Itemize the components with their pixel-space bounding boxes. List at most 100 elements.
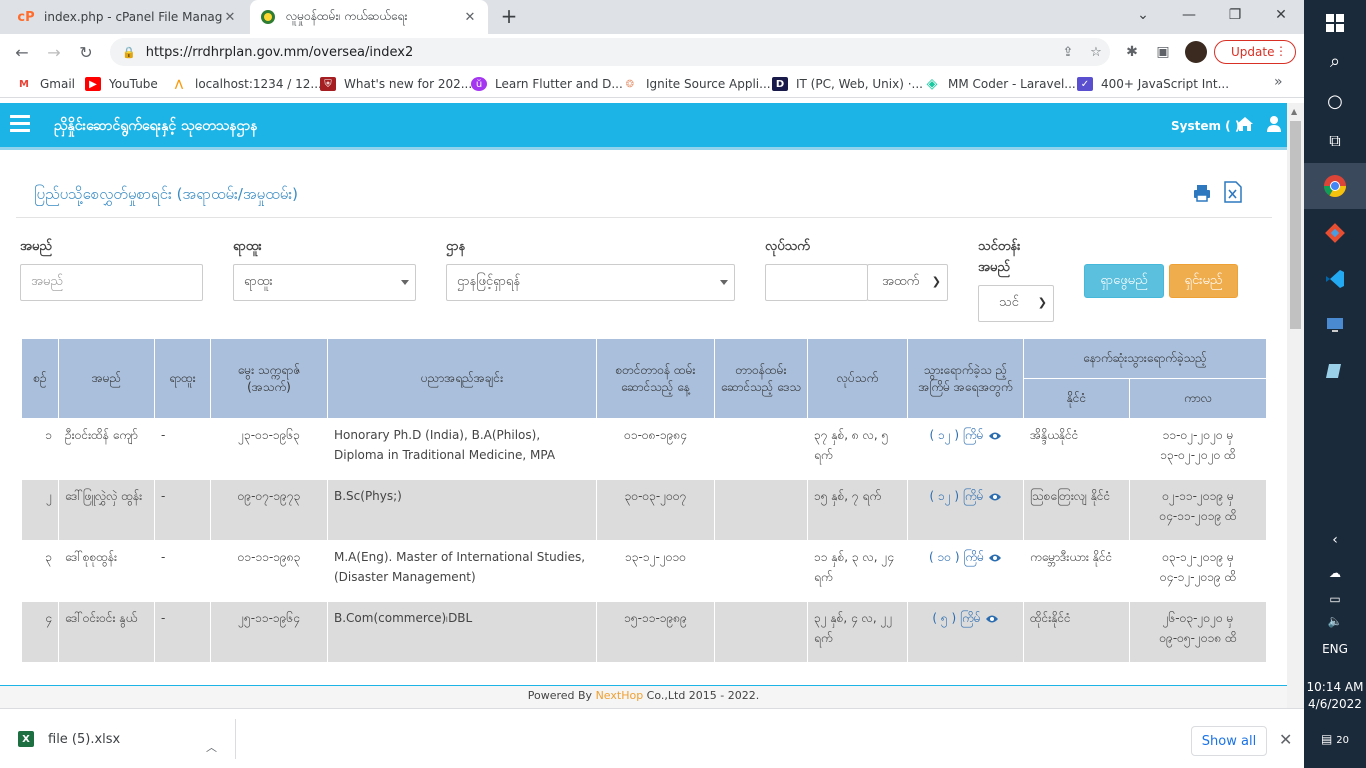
- close-download-bar-icon[interactable]: ✕: [1279, 730, 1292, 749]
- eye-icon[interactable]: [988, 553, 1002, 563]
- js-icon: ✓: [1077, 77, 1093, 91]
- search-button[interactable]: ရှာဖွေမည်: [1084, 264, 1164, 298]
- bookmarks-overflow-icon[interactable]: »: [1274, 74, 1283, 90]
- clear-button[interactable]: ရှင်းမည်: [1169, 264, 1238, 298]
- course-filter-label-2: အမည်: [978, 260, 1010, 275]
- new-tab-button[interactable]: +: [498, 6, 520, 28]
- name-search-input[interactable]: အမည်: [20, 264, 203, 301]
- page-scrollbar[interactable]: ▲: [1287, 103, 1304, 708]
- download-item[interactable]: X file (5).xlsx: [18, 731, 120, 747]
- home-icon[interactable]: [1236, 115, 1254, 133]
- cell-trips[interactable]: ( ၁၀ ) ကြိမ်: [907, 540, 1024, 602]
- reload-icon[interactable]: ↻: [74, 40, 98, 64]
- bookmark-ignite[interactable]: ❂ Ignite Source Appli...: [622, 75, 771, 93]
- cell-name: ဒေါ်ဝင်းဝင်း နွယ်: [58, 601, 155, 663]
- address-bar[interactable]: 🔒 https://rrdhrplan.gov.mm/oversea/index…: [110, 38, 1110, 66]
- volume-icon[interactable]: 🔈: [1304, 614, 1366, 628]
- chrome-app-icon[interactable]: [1304, 163, 1366, 209]
- minimize-button[interactable]: —: [1166, 0, 1212, 30]
- bookmark-localhost[interactable]: ⋀ localhost:1234 / 12...: [171, 75, 322, 93]
- bookmark-whats-new[interactable]: ⛨ What's new for 202...: [320, 75, 472, 93]
- cell-trips[interactable]: ( ၅ ) ကြိမ်: [907, 601, 1024, 663]
- bookmark-youtube[interactable]: ▶ YouTube: [85, 75, 158, 93]
- scrollbar-thumb[interactable]: [1290, 121, 1301, 329]
- service-years-input[interactable]: [765, 264, 868, 301]
- close-tab-icon[interactable]: ✕: [222, 10, 238, 25]
- close-tab-icon[interactable]: ✕: [462, 10, 478, 25]
- bookmark-gmail[interactable]: M Gmail: [16, 75, 75, 93]
- download-divider: [235, 719, 236, 759]
- bookmark-flutter[interactable]: ŭ Learn Flutter and D...: [471, 75, 623, 93]
- cell-service: ၃၇ နှစ်, ၈ လ, ၅ ရက်: [807, 418, 908, 480]
- trips-link[interactable]: ( ၅ ) ကြိမ်: [932, 611, 980, 625]
- close-window-button[interactable]: ✕: [1258, 0, 1304, 30]
- user-icon[interactable]: [1266, 115, 1282, 133]
- restore-button[interactable]: ❐: [1212, 0, 1258, 30]
- trips-link[interactable]: ( ၁၂ ) ကြိမ်: [929, 489, 983, 503]
- course-filter-label: သင်တန်း: [978, 239, 1021, 254]
- trips-link[interactable]: ( ၁၂ ) ကြိမ်: [929, 428, 983, 442]
- cell-trips[interactable]: ( ၁၂ ) ကြိမ်: [907, 479, 1024, 541]
- bookmark-mmcoder[interactable]: ◈ MM Coder - Laravel...: [924, 75, 1076, 93]
- course-select[interactable]: သင် ❯: [978, 285, 1054, 322]
- bookmark-it[interactable]: D IT (PC, Web, Unix) ·...: [772, 75, 923, 93]
- rank-select-value: ရာထူး: [244, 274, 273, 289]
- vscode-app-icon[interactable]: [1304, 256, 1366, 302]
- trips-link[interactable]: ( ၁၀ ) ကြိမ်: [929, 550, 984, 564]
- clock-time[interactable]: 10:14 AM: [1304, 680, 1366, 694]
- cell-start-date: ၁၃-၁၂-၂၀၁၀: [596, 540, 715, 602]
- cell-country: ဩစတြေးလျ နိုင်ငံ: [1023, 479, 1130, 541]
- app-icon[interactable]: [1304, 348, 1366, 394]
- more-menu-icon[interactable]: ⋮: [1275, 44, 1287, 58]
- system-label[interactable]: System ( ): [1171, 119, 1240, 133]
- url-text[interactable]: https://rrdhrplan.gov.mm/oversea/index2: [146, 45, 1054, 60]
- update-button[interactable]: Update ⋮: [1214, 40, 1296, 64]
- bookmark-label: YouTube: [109, 77, 158, 91]
- language-indicator[interactable]: ENG: [1304, 642, 1366, 656]
- print-icon[interactable]: [1192, 183, 1212, 203]
- battery-icon[interactable]: ▭: [1304, 592, 1366, 606]
- mmcoder-icon: ◈: [926, 76, 938, 92]
- bookmark-label: Ignite Source Appli...: [646, 77, 771, 91]
- clock-date[interactable]: 4/6/2022: [1304, 697, 1366, 711]
- remote-desktop-icon[interactable]: [1304, 302, 1366, 348]
- share-icon[interactable]: ⇪: [1054, 45, 1082, 60]
- download-filename: file (5).xlsx: [48, 731, 121, 747]
- forward-icon[interactable]: →: [42, 40, 66, 64]
- excel-export-icon[interactable]: [1224, 181, 1242, 203]
- cell-dob: ၀၉-၀၇-၁၉၇၃: [210, 479, 328, 541]
- windows-taskbar: ⌕ ○ ⧉ ‹ ☁ ▭ 🔈 ENG 10:14 AM 4/6/2022 ▤ 20: [1304, 0, 1366, 768]
- tab-search-icon[interactable]: ⌄: [1120, 0, 1166, 30]
- tab-active[interactable]: လူမှုဝန်ထမ်း၊ ကယ်ဆယ်ရေး ✕: [250, 0, 488, 34]
- cell-service: ၁၅ နှစ်, ၇ ရက်: [807, 479, 908, 541]
- extensions-icon[interactable]: ✱: [1122, 42, 1142, 62]
- download-bar: X file (5).xlsx ︿ Show all ✕: [0, 708, 1304, 768]
- show-all-button[interactable]: Show all: [1191, 726, 1267, 756]
- eye-icon[interactable]: [985, 614, 999, 624]
- bookmark-star-icon[interactable]: ☆: [1082, 45, 1110, 60]
- cell-trips[interactable]: ( ၁၂ ) ကြိမ်: [907, 418, 1024, 480]
- menu-icon[interactable]: [10, 115, 30, 133]
- app-title: ညှိနှိုင်းဆောင်ရွက်ရေးနှင့် သုတေသနဌာန: [54, 118, 258, 134]
- footer-suffix: Co.,Ltd 2015 - 2022.: [643, 689, 760, 702]
- profile-avatar[interactable]: [1185, 41, 1207, 63]
- onedrive-icon[interactable]: ☁: [1304, 566, 1366, 580]
- side-panel-icon[interactable]: ▣: [1153, 42, 1173, 62]
- tray-chevron-icon[interactable]: ‹: [1304, 525, 1366, 555]
- task-view-icon[interactable]: ⧉: [1304, 118, 1366, 164]
- chevron-up-icon[interactable]: ︿: [206, 739, 217, 755]
- bookmark-javascript[interactable]: ✓ 400+ JavaScript Int...: [1077, 75, 1229, 93]
- footer-brand-link[interactable]: NextHop: [596, 689, 644, 702]
- tab-cpanel[interactable]: cP index.php - cPanel File Manager v ✕: [8, 0, 248, 34]
- notifications-icon[interactable]: ▤ 20: [1304, 732, 1366, 746]
- back-icon[interactable]: ←: [10, 40, 34, 64]
- cell-rank: -: [154, 418, 211, 480]
- eye-icon[interactable]: [988, 492, 1002, 502]
- rank-select[interactable]: ရာထူး: [233, 264, 416, 301]
- service-operator-select[interactable]: အထက် ❯: [867, 264, 948, 301]
- cell-service: ၃၂ နှစ်, ၄ လ, ၂၂ ရက်: [807, 601, 908, 663]
- eye-icon[interactable]: [988, 431, 1002, 441]
- dept-select[interactable]: ဌာနဖြင့်ရှာရန်: [446, 264, 735, 301]
- git-app-icon[interactable]: [1304, 210, 1366, 256]
- scroll-up-icon[interactable]: ▲: [1291, 107, 1297, 116]
